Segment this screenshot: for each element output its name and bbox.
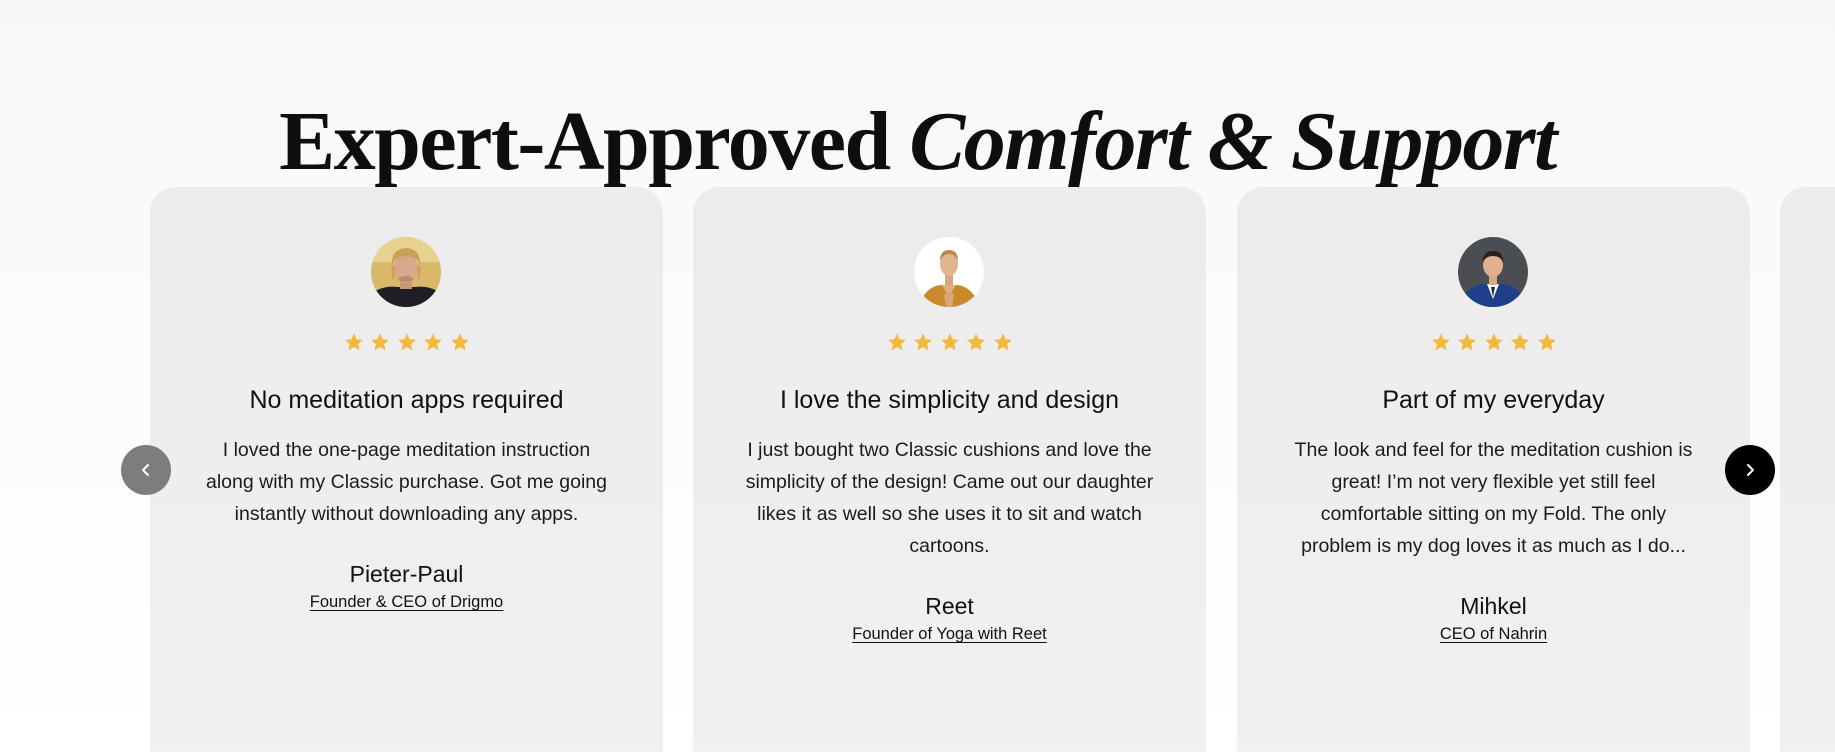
star-icon <box>420 332 447 358</box>
testimonial-carousel: No meditation apps required I loved the … <box>0 187 1835 752</box>
author-role-link[interactable]: Founder of Yoga with Reet <box>693 624 1206 644</box>
avatar <box>914 237 984 307</box>
author-name: Reet <box>925 593 974 619</box>
star-icon <box>1480 332 1507 358</box>
star-icon <box>1533 332 1560 358</box>
star-icon <box>936 332 963 358</box>
star-rating <box>150 332 663 358</box>
star-icon <box>367 332 394 358</box>
testimonial-card: No meditation apps required I loved the … <box>150 187 663 752</box>
testimonial-title: No meditation apps required <box>249 386 564 414</box>
section-title: Expert-Approved Comfort & Support <box>0 92 1835 192</box>
chevron-right-icon <box>1747 464 1754 476</box>
star-rating <box>693 332 1206 358</box>
testimonial-text: I just bought two Classic cushions and l… <box>745 439 1154 557</box>
star-icon <box>393 332 420 358</box>
testimonial-card-partial <box>1780 187 1835 752</box>
star-icon <box>910 332 937 358</box>
section-title-italic: Comfort & Support <box>909 95 1557 189</box>
carousel-next-button[interactable] <box>1725 445 1775 495</box>
testimonial-title: Part of my everyday <box>1382 386 1605 414</box>
testimonial-card: I love the simplicity and design I just … <box>693 187 1206 752</box>
author-role-link[interactable]: CEO of Nahrin <box>1237 624 1750 644</box>
testimonial-card: Part of my everyday The look and feel fo… <box>1237 187 1750 752</box>
star-icon <box>989 332 1016 358</box>
testimonial-text: The look and feel for the meditation cus… <box>1294 439 1693 557</box>
avatar <box>371 237 441 307</box>
star-icon <box>1507 332 1534 358</box>
chevron-left-icon <box>142 464 149 476</box>
author-name: Pieter-Paul <box>349 561 464 587</box>
testimonial-text: I loved the one-page meditation instruct… <box>205 439 608 525</box>
carousel-prev-button[interactable] <box>121 445 171 495</box>
star-icon <box>1427 332 1454 358</box>
author-role-link[interactable]: Founder & CEO of Drigmo <box>150 592 663 612</box>
section-title-regular: Expert-Approved <box>279 95 891 189</box>
star-icon <box>1454 332 1481 358</box>
star-icon <box>963 332 990 358</box>
star-icon <box>883 332 910 358</box>
star-icon <box>340 332 367 358</box>
star-icon <box>446 332 473 358</box>
star-rating <box>1237 332 1750 358</box>
testimonial-title: I love the simplicity and design <box>779 386 1120 414</box>
avatar <box>1458 237 1528 307</box>
author-name: Mihkel <box>1460 593 1527 619</box>
